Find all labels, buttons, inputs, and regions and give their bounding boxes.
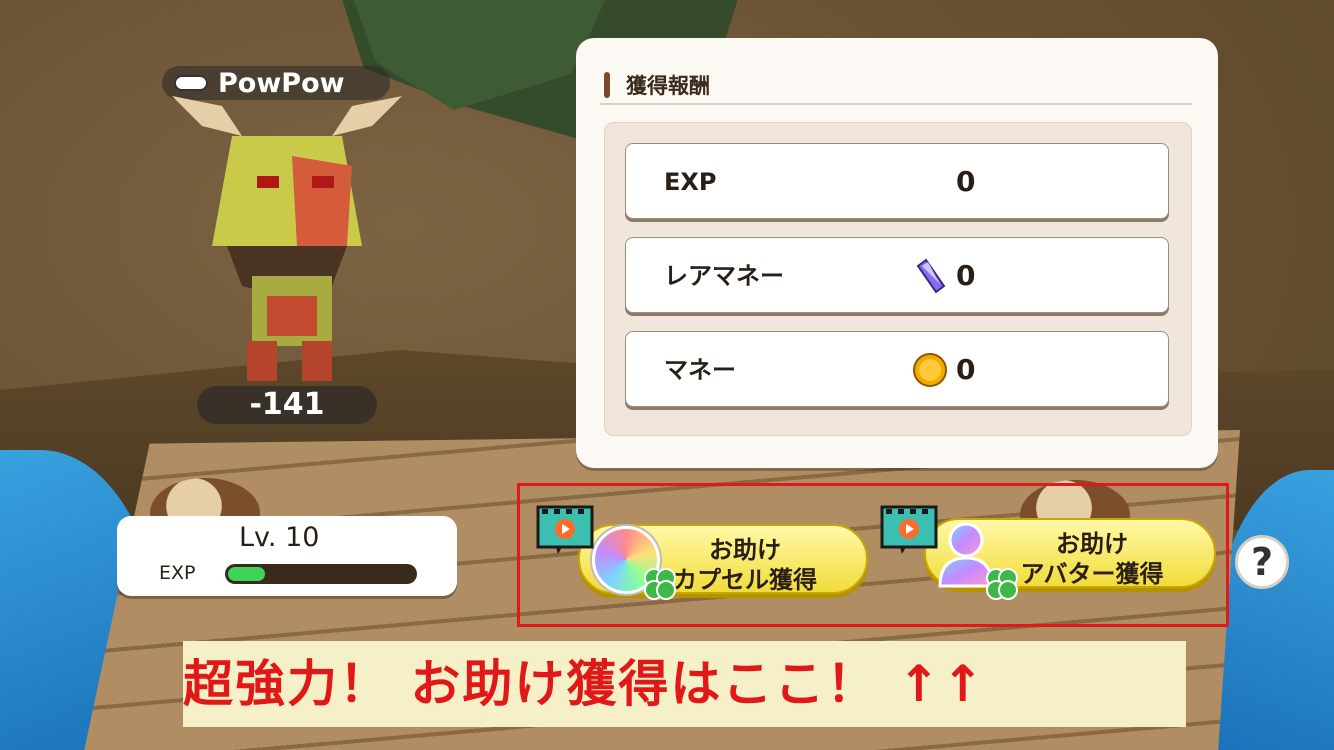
purple-crystal-icon [916,258,946,294]
clover-icon [986,568,1018,600]
reward-row-rare-money: レアマネー 0 [625,237,1169,313]
video-ad-icon [536,505,594,554]
level-label: Lv. 10 [239,522,320,553]
reward-value: 0 [956,259,976,292]
reward-row-exp: EXP 0 [625,143,1169,219]
reward-list: EXP 0 レアマネー 0 マネー 0 [604,122,1192,436]
divider [600,103,1192,105]
reward-label: EXP [664,168,717,196]
name-tag-icon [174,75,208,91]
exp-bar [225,564,417,584]
exp-label: EXP [159,562,196,584]
reward-label: マネー [664,356,736,384]
reward-label: レアマネー [664,262,784,290]
character-name: PowPow [218,68,345,99]
clover-icon [644,568,676,600]
character-name-tag: PowPow [162,66,390,100]
promo-banner-text: 超強力！ お助け獲得はここ！ ↑↑ [183,655,986,713]
level-box: Lv. 10 EXP [117,516,457,596]
reward-value: 0 [956,353,976,386]
goblin-character[interactable] [172,96,402,396]
help-question-button[interactable]: ? [1235,535,1289,589]
reward-panel-title: 獲得報酬 [604,70,710,100]
video-ad-icon [880,505,938,554]
exp-bar-fill [228,567,265,581]
reward-panel: 獲得報酬 EXP 0 レアマネー 0 マネー 0 [576,38,1218,468]
damage-number: -141 [197,386,377,424]
promo-banner: 超強力！ お助け獲得はここ！ ↑↑ [183,641,1186,727]
reward-value: 0 [956,165,976,198]
reward-row-money: マネー 0 [625,331,1169,407]
gold-coin-icon [913,353,947,387]
